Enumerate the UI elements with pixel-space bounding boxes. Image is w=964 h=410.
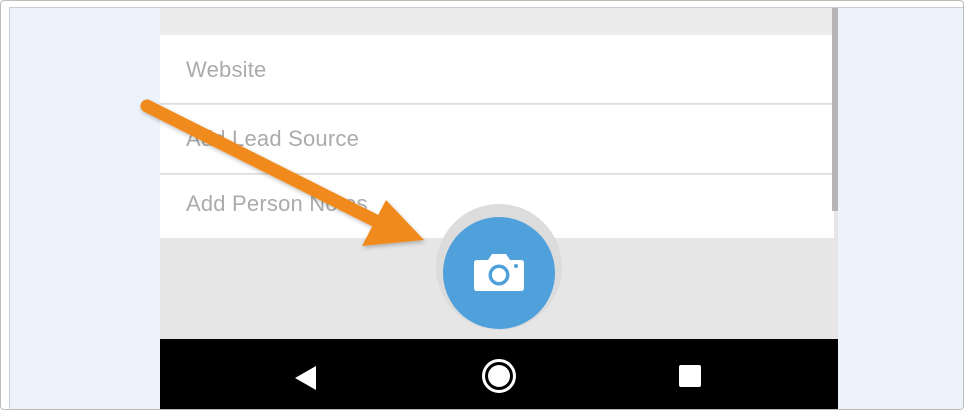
website-field-label: Website bbox=[186, 57, 267, 82]
android-navigation-bar bbox=[160, 339, 838, 409]
screenshot-frame: Website Add Lead Source Add Person Notes bbox=[0, 0, 964, 410]
website-field[interactable]: Website bbox=[160, 35, 834, 104]
camera-button[interactable] bbox=[443, 217, 555, 329]
background-panel: Website Add Lead Source Add Person Notes bbox=[9, 7, 963, 409]
phone-screen: Website Add Lead Source Add Person Notes bbox=[160, 8, 838, 409]
home-circle-icon bbox=[482, 359, 516, 393]
person-notes-field-label: Add Person Notes bbox=[186, 191, 368, 216]
back-button[interactable] bbox=[294, 365, 318, 391]
camera-icon bbox=[474, 254, 524, 291]
scrollbar[interactable] bbox=[832, 8, 838, 211]
recent-apps-button[interactable] bbox=[678, 364, 702, 388]
lead-source-field[interactable]: Add Lead Source bbox=[160, 105, 834, 174]
top-strip bbox=[160, 8, 838, 35]
home-button[interactable] bbox=[481, 358, 517, 394]
recent-apps-square-icon bbox=[679, 365, 701, 387]
back-triangle-icon bbox=[295, 366, 316, 390]
lead-source-field-label: Add Lead Source bbox=[186, 126, 360, 151]
